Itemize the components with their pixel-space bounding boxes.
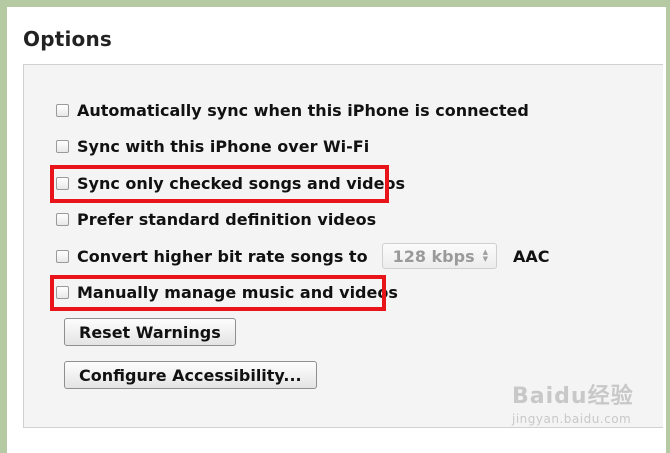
- convert-bitrate-label: Convert higher bit rate songs to: [77, 246, 368, 266]
- format-label: AAC: [513, 246, 550, 266]
- wifi-sync-checkbox[interactable]: [56, 140, 69, 153]
- prefer-sd-checkbox[interactable]: [56, 213, 69, 226]
- reset-warnings-button[interactable]: Reset Warnings: [64, 318, 236, 346]
- option-prefer-sd[interactable]: Prefer standard definition videos: [56, 210, 376, 229]
- bitrate-select[interactable]: 128 kbps ▲ ▼: [381, 243, 497, 269]
- option-convert-bitrate[interactable]: Convert higher bit rate songs to 128 kbp…: [56, 243, 550, 269]
- convert-bitrate-checkbox[interactable]: [56, 249, 69, 263]
- option-auto-sync[interactable]: Automatically sync when this iPhone is c…: [56, 101, 529, 120]
- configure-accessibility-button[interactable]: Configure Accessibility...: [64, 361, 317, 389]
- options-heading: Options: [23, 27, 113, 51]
- wifi-sync-label: Sync with this iPhone over Wi-Fi: [77, 137, 370, 156]
- watermark-url: jingyan.baidu.com: [512, 412, 632, 426]
- baidu-watermark: Baidu经验 jingyan.baidu.com: [512, 378, 634, 426]
- prefer-sd-label: Prefer standard definition videos: [77, 210, 377, 229]
- option-wifi-sync[interactable]: Sync with this iPhone over Wi-Fi: [56, 137, 369, 156]
- bitrate-value: 128 kbps: [392, 246, 475, 266]
- highlight-box-manual-manage: [50, 275, 386, 311]
- auto-sync-label: Automatically sync when this iPhone is c…: [77, 101, 529, 120]
- highlight-box-sync-checked: [50, 165, 389, 203]
- stepper-icon: ▲ ▼: [482, 248, 488, 263]
- auto-sync-checkbox[interactable]: [56, 104, 69, 117]
- watermark-logo: Baidu经验: [512, 384, 634, 409]
